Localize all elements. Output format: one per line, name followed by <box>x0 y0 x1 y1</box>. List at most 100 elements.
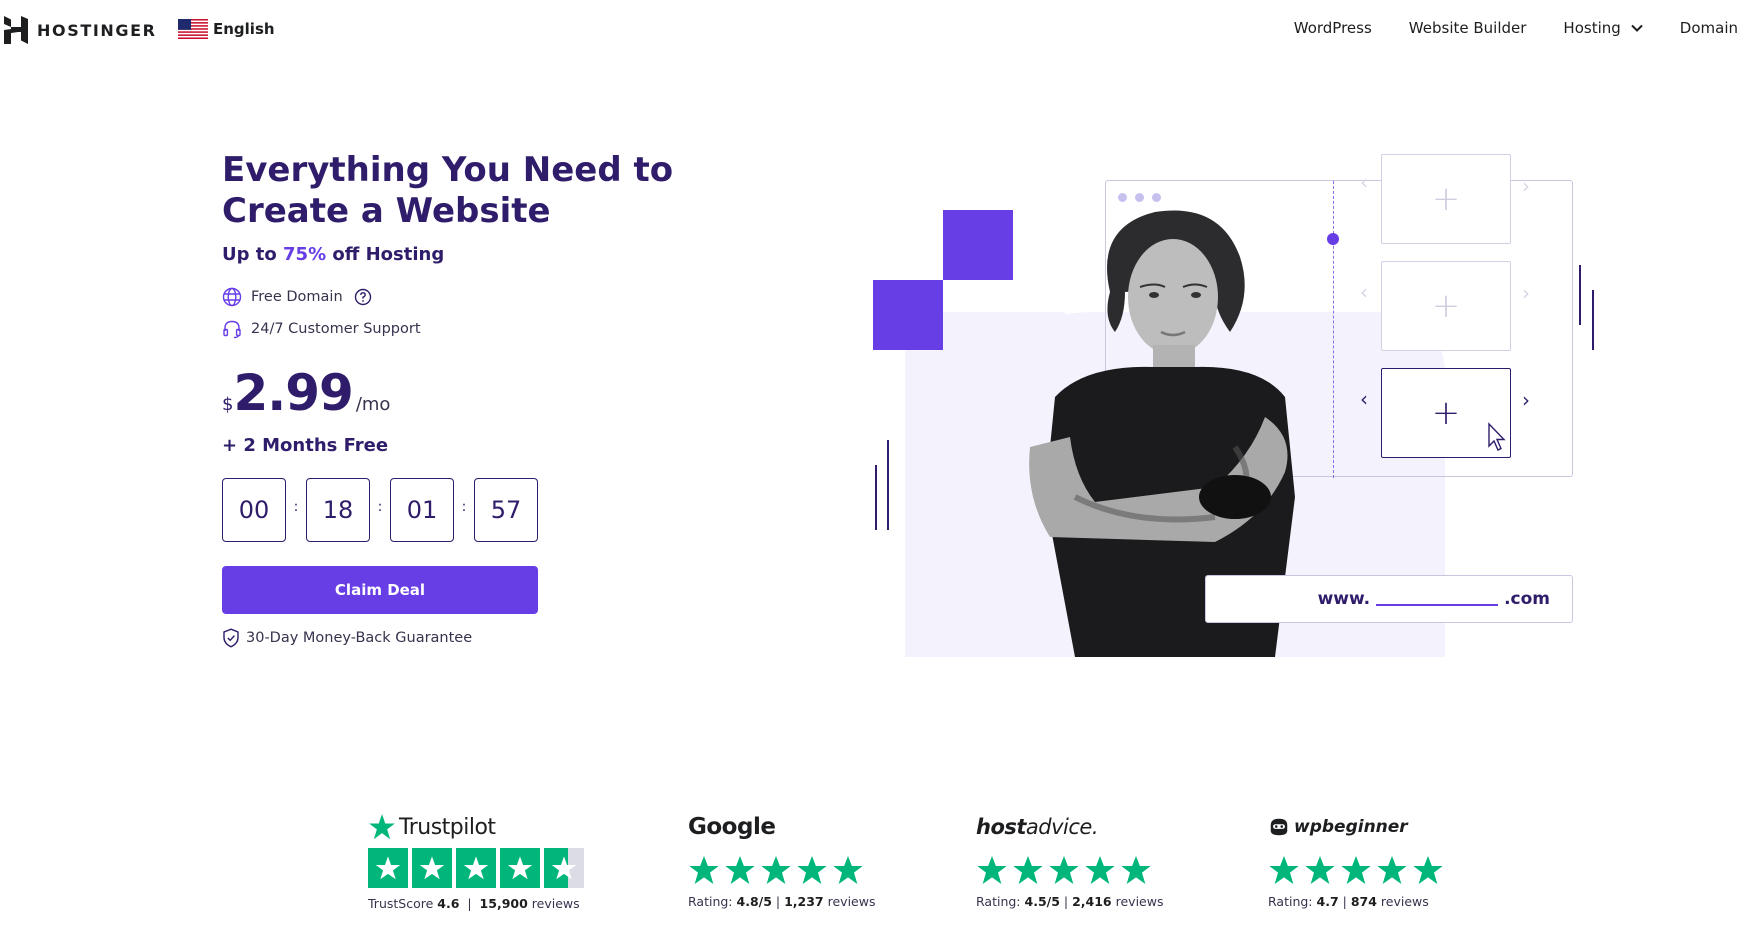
guide-handle <box>1327 233 1339 245</box>
rating-label: Rating: <box>976 894 1021 909</box>
rating-value: 4.5/5 <box>1024 894 1060 909</box>
star-icon <box>725 856 755 884</box>
nav-domain-label: Domain <box>1679 19 1738 37</box>
layout-block-card: + <box>1381 154 1511 244</box>
review-hostadvice: host advice. Rating: 4.5/5 | 2,416 review… <box>976 810 1163 909</box>
timer-separator: : <box>293 499 299 515</box>
rating-label: Rating: <box>688 894 733 909</box>
timer-seconds: 01 <box>390 478 454 542</box>
review-count-label: reviews <box>1380 894 1429 909</box>
star-icon <box>500 848 540 888</box>
star-icon <box>412 848 452 888</box>
star-icon <box>977 856 1007 884</box>
nav-wordpress-label: WordPress <box>1293 19 1372 37</box>
score-value: 4.6 <box>437 896 460 911</box>
url-prefix: www. <box>1317 589 1371 609</box>
timer-separator: : <box>461 499 467 515</box>
review-google: Google Rating: 4.8/5 | 1,237 reviews <box>688 810 875 909</box>
price-period: /mo <box>355 394 391 415</box>
wpbeginner-logo: wpbeginner <box>1268 810 1448 844</box>
hero-headline: Everything You Need to Create a Website <box>222 150 682 232</box>
trustpilot-star-icon <box>369 814 395 840</box>
chevron-left-icon: ‹ <box>1360 387 1368 411</box>
headline-line-2: Create a Website <box>222 191 551 231</box>
hero-offer: Everything You Need to Create a Website … <box>222 150 682 648</box>
timer-hours: 00 <box>222 478 286 542</box>
star-half-icon <box>544 848 584 888</box>
chevron-right-icon: › <box>1522 174 1530 198</box>
wpbeginner-stars <box>1268 854 1448 886</box>
review-count: 1,237 <box>784 894 824 909</box>
feature-list: Free Domain 24/7 Customer Support <box>222 281 682 345</box>
trustpilot-logo: Trustpilot <box>368 810 588 844</box>
star-icon <box>1049 856 1079 884</box>
url-suffix: .com <box>1504 589 1550 609</box>
trustpilot-stars <box>368 848 588 888</box>
review-count: 15,900 <box>479 896 528 911</box>
review-ratings: Trustpilot TrustScore 4.6 | 15,900 revie… <box>0 810 1742 930</box>
rating-value: 4.7 <box>1316 894 1339 909</box>
star-icon <box>368 848 408 888</box>
nav-website-builder[interactable]: Website Builder <box>1409 19 1527 37</box>
review-wpbeginner: wpbeginner Rating: 4.7 | 874 reviews <box>1268 810 1448 909</box>
hero-illustration: + + + ‹ › ‹ › ‹ › www. .com <box>870 154 1594 660</box>
question-mark-icon[interactable] <box>354 288 372 306</box>
trustpilot-score: TrustScore 4.6 | 15,900 reviews <box>368 896 580 911</box>
timer-centiseconds: 57 <box>474 478 538 542</box>
plus-icon: + <box>1431 393 1461 433</box>
star-icon <box>689 856 719 884</box>
star-icon <box>797 856 827 884</box>
star-icon <box>1341 856 1371 884</box>
nav-hosting[interactable]: Hosting <box>1563 19 1643 37</box>
price-currency: $ <box>222 394 234 415</box>
feature-label: Free Domain <box>251 289 343 305</box>
chevron-down-icon <box>1631 24 1643 32</box>
rating-label: Rating: <box>1268 894 1313 909</box>
countdown-timer: 00 : 18 : 01 : 57 <box>222 478 682 542</box>
review-trustpilot: Trustpilot TrustScore 4.6 | 15,900 revie… <box>368 810 588 911</box>
hostinger-logo-icon <box>4 16 28 44</box>
shield-check-icon <box>223 628 239 648</box>
language-selector[interactable]: English <box>178 19 275 39</box>
star-icon <box>1305 856 1335 884</box>
price-amount: 2.99 <box>233 364 353 422</box>
domain-search-mockup: www. .com <box>1205 575 1573 623</box>
hostinger-logo[interactable]: HOSTINGER <box>4 16 157 44</box>
hostadvice-rating: Rating: 4.5/5 | 2,416 reviews <box>976 894 1164 909</box>
chevron-left-icon: ‹ <box>1360 280 1368 304</box>
star-icon <box>1269 856 1299 884</box>
google-rating: Rating: 4.8/5 | 1,237 reviews <box>688 894 876 909</box>
cursor-pointer-icon <box>1488 422 1506 451</box>
wpbeginner-rating: Rating: 4.7 | 874 reviews <box>1268 894 1429 909</box>
price-block: $ 2.99 /mo <box>222 363 682 421</box>
chevron-left-icon: ‹ <box>1360 170 1368 194</box>
timer-minutes: 18 <box>306 478 370 542</box>
decor-square <box>873 280 943 350</box>
plus-icon: + <box>1431 286 1461 326</box>
nav-wordpress[interactable]: WordPress <box>1294 19 1372 37</box>
decor-line <box>887 440 889 530</box>
hostadvice-stars <box>976 854 1163 886</box>
money-back-guarantee: 30-Day Money-Back Guarantee <box>222 628 682 648</box>
google-logo: Google <box>688 814 776 840</box>
star-icon <box>761 856 791 884</box>
discount-percent: 75% <box>283 244 327 265</box>
layout-block-card: + <box>1381 261 1511 351</box>
feature-support: 24/7 Customer Support <box>222 313 682 345</box>
subhead-prefix: Up to <box>222 244 284 265</box>
nav-domain[interactable]: Domain <box>1680 19 1738 37</box>
star-icon <box>1413 856 1443 884</box>
claim-deal-button[interactable]: Claim Deal <box>222 566 538 614</box>
nav-website-builder-label: Website Builder <box>1408 19 1527 37</box>
main-nav: WordPress Website Builder Hosting Domain <box>1257 19 1738 37</box>
star-icon <box>456 848 496 888</box>
url-input-line <box>1376 604 1499 606</box>
review-count: 2,416 <box>1072 894 1112 909</box>
globe-icon <box>222 287 242 307</box>
hostadvice-brand-bold: host <box>976 815 1026 839</box>
headline-line-1: Everything You Need to <box>222 150 674 190</box>
hero-subheading: Up to 75% off Hosting <box>222 244 682 265</box>
plus-icon: + <box>1431 179 1461 219</box>
review-count-label: reviews <box>531 896 580 911</box>
review-count-label: reviews <box>827 894 876 909</box>
